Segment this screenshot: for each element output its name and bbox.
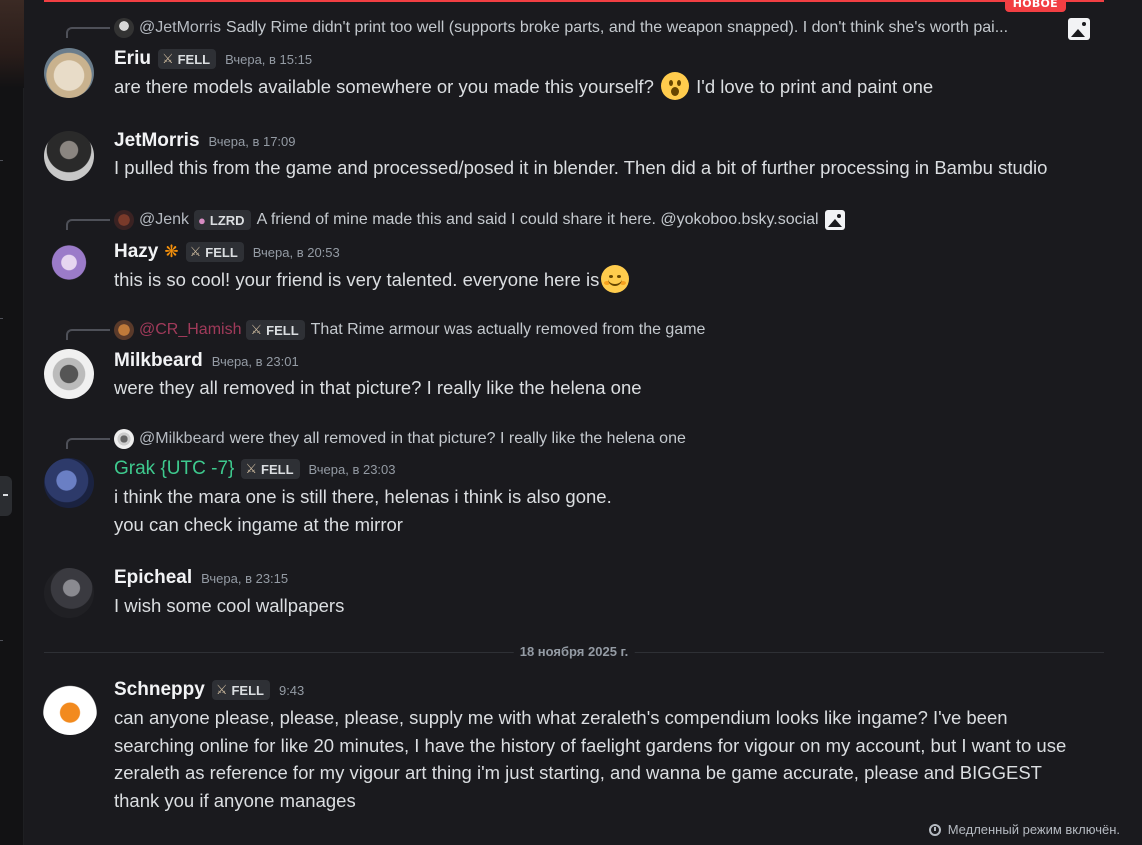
smiling-face-emoji bbox=[601, 265, 630, 293]
sword-icon: ⚔ bbox=[215, 682, 228, 697]
message-content: I pulled this from the game and processe… bbox=[114, 157, 1048, 178]
timestamp: Вчера, в 23:15 bbox=[201, 570, 289, 586]
image-icon bbox=[824, 210, 845, 230]
message-content: are there models available somewhere or … bbox=[114, 72, 1086, 101]
username[interactable]: Eriu bbox=[114, 48, 151, 70]
reply-author[interactable]: @Milkbeard bbox=[139, 430, 225, 448]
avatar[interactable] bbox=[42, 679, 98, 735]
username[interactable]: Hazy bbox=[114, 241, 158, 263]
reply-text: That Rime armour was actually removed fr… bbox=[310, 321, 706, 338]
message-content: were they all removed in that picture? I… bbox=[114, 377, 642, 398]
timestamp: 9:43 bbox=[278, 682, 305, 698]
sword-icon: ⚔ bbox=[250, 322, 263, 337]
message-content: I wish some cool wallpapers bbox=[114, 595, 345, 616]
username[interactable]: Schneppy bbox=[114, 679, 205, 701]
avatar[interactable] bbox=[44, 131, 94, 181]
reply-text: A friend of mine made this and said I co… bbox=[256, 211, 819, 228]
avatar[interactable] bbox=[44, 48, 94, 98]
hushed-face-emoji bbox=[661, 72, 690, 100]
slowmode-indicator: Медленный режим включён. bbox=[928, 822, 1120, 837]
server-tag[interactable]: ⚔ FELL bbox=[157, 49, 217, 69]
server-banner-fragment bbox=[0, 0, 24, 88]
username[interactable]: Epicheal bbox=[114, 567, 192, 589]
avatar[interactable] bbox=[44, 349, 94, 399]
butterfly-emoji: ❋ bbox=[164, 242, 179, 261]
collapse-handle[interactable] bbox=[0, 476, 12, 516]
reply-text: were they all removed in that picture? I… bbox=[229, 430, 686, 447]
new-messages-divider: НОВОЕ bbox=[44, 0, 1104, 12]
slowmode-label: Медленный режим включён. bbox=[947, 822, 1120, 837]
reply-avatar bbox=[114, 210, 134, 230]
reply-author[interactable]: @Jenk bbox=[139, 211, 189, 229]
message-content: this is so cool! your friend is very tal… bbox=[114, 265, 1086, 294]
divider bbox=[0, 318, 3, 319]
reply-preview[interactable]: @JetMorris Sadly Rime didn't print too w… bbox=[114, 18, 1008, 38]
server-tag[interactable]: ⚔ FELL bbox=[246, 320, 305, 340]
reply-preview[interactable]: @Jenk ● LZRD A friend of mine made this a… bbox=[114, 210, 845, 230]
reply-preview[interactable]: @CR_Hamish ⚔ FELL That Rime armour was ac… bbox=[114, 320, 705, 340]
divider bbox=[0, 640, 3, 641]
sword-icon: ⚔ bbox=[189, 244, 202, 259]
timestamp: Вчера, в 17:09 bbox=[208, 133, 296, 149]
username[interactable]: Grak {UTC -7} bbox=[114, 458, 234, 480]
server-sidebar-edge bbox=[0, 0, 24, 845]
message-content: i think the mara one is still there, hel… bbox=[114, 486, 612, 535]
reply-connector bbox=[66, 27, 110, 38]
lizard-icon: ● bbox=[198, 212, 206, 228]
date-separator: 18 ноября 2025 г. bbox=[44, 644, 1104, 659]
avatar[interactable] bbox=[44, 458, 94, 508]
server-tag[interactable]: ⚔ FELL bbox=[211, 680, 270, 700]
username[interactable]: Milkbeard bbox=[114, 350, 203, 372]
image-icon bbox=[1068, 18, 1090, 40]
reply-avatar bbox=[114, 429, 134, 449]
reply-text: Sadly Rime didn't print too well (suppor… bbox=[226, 19, 1009, 36]
timestamp: Вчера, в 23:01 bbox=[211, 353, 299, 369]
server-tag[interactable]: ● LZRD bbox=[194, 210, 251, 230]
username[interactable]: JetMorris bbox=[114, 130, 200, 152]
timestamp: Вчера, в 23:03 bbox=[308, 461, 396, 477]
reply-connector bbox=[66, 219, 110, 230]
new-messages-badge[interactable]: НОВОЕ bbox=[1004, 0, 1066, 12]
reply-avatar bbox=[114, 18, 134, 38]
reply-connector bbox=[66, 329, 110, 340]
server-tag[interactable]: ⚔ FELL bbox=[241, 459, 300, 479]
reply-preview[interactable]: @Milkbeard were they all removed in that… bbox=[114, 429, 686, 449]
avatar[interactable] bbox=[44, 568, 94, 618]
avatar[interactable] bbox=[44, 240, 94, 290]
sword-icon: ⚔ bbox=[161, 51, 174, 66]
date-label: 18 ноября 2025 г. bbox=[513, 644, 635, 659]
reply-author[interactable]: @JetMorris bbox=[139, 19, 221, 37]
server-tag[interactable]: ⚔ FELL bbox=[185, 242, 244, 262]
timestamp: Вчера, в 20:53 bbox=[252, 244, 340, 260]
reply-connector bbox=[66, 438, 110, 449]
reply-author[interactable]: @CR_Hamish bbox=[139, 321, 241, 339]
message-content: can anyone please, please, please, suppl… bbox=[114, 707, 1067, 811]
reply-avatar bbox=[114, 320, 134, 340]
divider bbox=[0, 160, 3, 161]
timestamp: Вчера, в 15:15 bbox=[225, 51, 313, 67]
stopwatch-icon bbox=[928, 823, 941, 836]
sword-icon: ⚔ bbox=[245, 461, 258, 476]
